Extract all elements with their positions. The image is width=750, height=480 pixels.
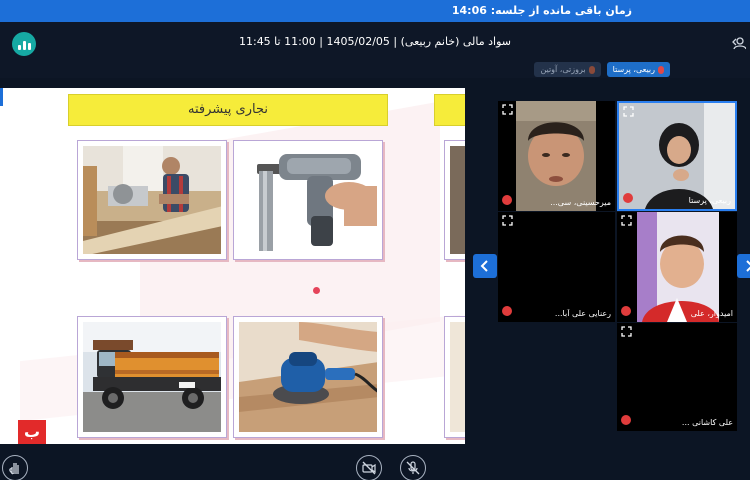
expand-icon[interactable] (502, 215, 513, 226)
mic-off-icon (502, 195, 512, 205)
meeting-app: زمان باقی مانده از جلسه: 14:06 سواد مالی… (0, 0, 750, 480)
nail-gun-photo (233, 140, 383, 260)
session-timer: زمان باقی مانده از جلسه: 14:06 (0, 0, 750, 22)
mic-off-icon (621, 415, 631, 425)
carpenter-saw-photo (77, 140, 227, 260)
expand-icon[interactable] (623, 106, 634, 117)
session-title: سواد مالی (خانم ربیعی) | 1405/02/05 | 11… (238, 35, 511, 48)
participant-name: امیدوار، علی (690, 309, 733, 318)
participant-tabs: ربیعی، پرستا بروزتی، آوتین (534, 62, 670, 77)
mic-toggle-button[interactable] (400, 455, 426, 480)
sander-photo (233, 316, 383, 438)
slide-marker (0, 88, 3, 106)
participant-name: میرحسینی، سی... (550, 198, 611, 207)
expand-icon[interactable] (621, 326, 632, 337)
participant-tile[interactable]: ربیعی، پرستا (617, 101, 737, 211)
participant-tile[interactable]: امیدوار، علی (617, 212, 737, 322)
participant-name: علی کاشانی ... (681, 418, 733, 427)
participant-tile[interactable]: میرحسینی، سی... (498, 101, 615, 211)
participant-video (617, 212, 737, 322)
participant-name: رعنایی علی آبا... (554, 309, 611, 318)
prev-page-button[interactable] (473, 254, 497, 278)
raise-hand-button[interactable] (2, 455, 28, 480)
slide-pointer-dot (313, 287, 320, 294)
camera-toggle-button[interactable] (356, 455, 382, 480)
mic-off-icon (621, 306, 631, 316)
next-page-button[interactable] (737, 254, 750, 278)
mic-off-icon (502, 306, 512, 316)
participant-tile[interactable]: علی کاشانی ... (617, 323, 737, 431)
partial-photo (444, 140, 465, 260)
expand-icon[interactable] (502, 104, 513, 115)
user-icon[interactable] (732, 36, 746, 50)
mic-icon (658, 65, 664, 74)
tab-participant-2[interactable]: بروزتی، آوتین (534, 62, 601, 77)
header: سواد مالی (خانم ربیعی) | 1405/02/05 | 11… (0, 22, 750, 78)
participant-name: ربیعی، پرستا (688, 196, 731, 205)
slide-title: نجاری پیشرفته (68, 94, 388, 126)
chevron-right-icon (746, 260, 750, 272)
slide-title-next (434, 94, 465, 126)
mic-off-icon (623, 193, 633, 203)
participant-tile[interactable]: رعنایی علی آبا... (498, 212, 615, 322)
participant-video (619, 103, 735, 209)
expand-icon[interactable] (621, 215, 632, 226)
tab-participant-1[interactable]: ربیعی، پرستا (606, 62, 670, 77)
mic-off-icon (406, 461, 420, 475)
mic-icon (588, 65, 595, 74)
chevron-left-icon (480, 260, 488, 272)
partial-photo (444, 316, 465, 438)
camera-off-icon (362, 461, 376, 475)
tab-label: ربیعی، پرستا (612, 65, 655, 74)
wooden-truck-photo (77, 316, 227, 438)
shared-slide: نجاری پیشرفته ب (0, 88, 465, 444)
raise-hand-icon (9, 463, 19, 475)
participant-video (498, 101, 615, 211)
tab-label: بروزتی، آوتین (540, 65, 586, 74)
brand-logo: ب (18, 420, 46, 444)
